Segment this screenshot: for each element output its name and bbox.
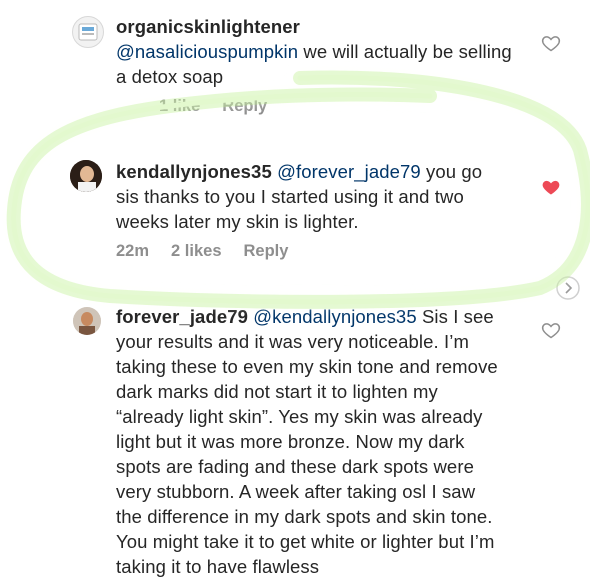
comment-text: kendallynjones35 @forever_jade79 you go …: [116, 159, 486, 234]
comment-time: 22m: [116, 242, 150, 260]
comment-body: Sis I see your results and it was very n…: [116, 306, 498, 577]
comment-mention[interactable]: @kendallynjones35: [253, 306, 416, 327]
avatar-photo-icon: [73, 307, 101, 335]
heart-icon[interactable]: [541, 177, 561, 197]
comment-meta: 22m 2 likes Reply: [116, 242, 288, 261]
reply-button[interactable]: Reply: [244, 242, 289, 261]
avatar-photo-icon: [70, 160, 102, 192]
comment-mention[interactable]: @forever_jade79: [277, 161, 421, 182]
avatar-logo-icon: [78, 23, 98, 41]
avatar[interactable]: [70, 160, 102, 192]
avatar[interactable]: [72, 16, 104, 48]
heart-icon[interactable]: [541, 33, 561, 53]
comment-text: organicskinlightener @nasaliciouspumpkin…: [116, 14, 516, 89]
comment-meta: 1 like Reply: [159, 97, 267, 116]
like-count[interactable]: 1 like: [159, 97, 200, 116]
chevron-right-circle-icon[interactable]: [555, 275, 581, 301]
heart-icon[interactable]: [541, 320, 561, 340]
comment-username[interactable]: kendallynjones35: [116, 161, 272, 182]
comment-mention[interactable]: @nasaliciouspumpkin: [116, 41, 298, 62]
comment-username[interactable]: forever_jade79: [116, 306, 248, 327]
reply-button[interactable]: Reply: [222, 97, 267, 116]
comment-username[interactable]: organicskinlightener: [116, 16, 300, 37]
comment-text: forever_jade79 @kendallynjones35 Sis I s…: [116, 304, 501, 579]
like-count[interactable]: 2 likes: [171, 242, 221, 261]
avatar[interactable]: [73, 307, 101, 335]
